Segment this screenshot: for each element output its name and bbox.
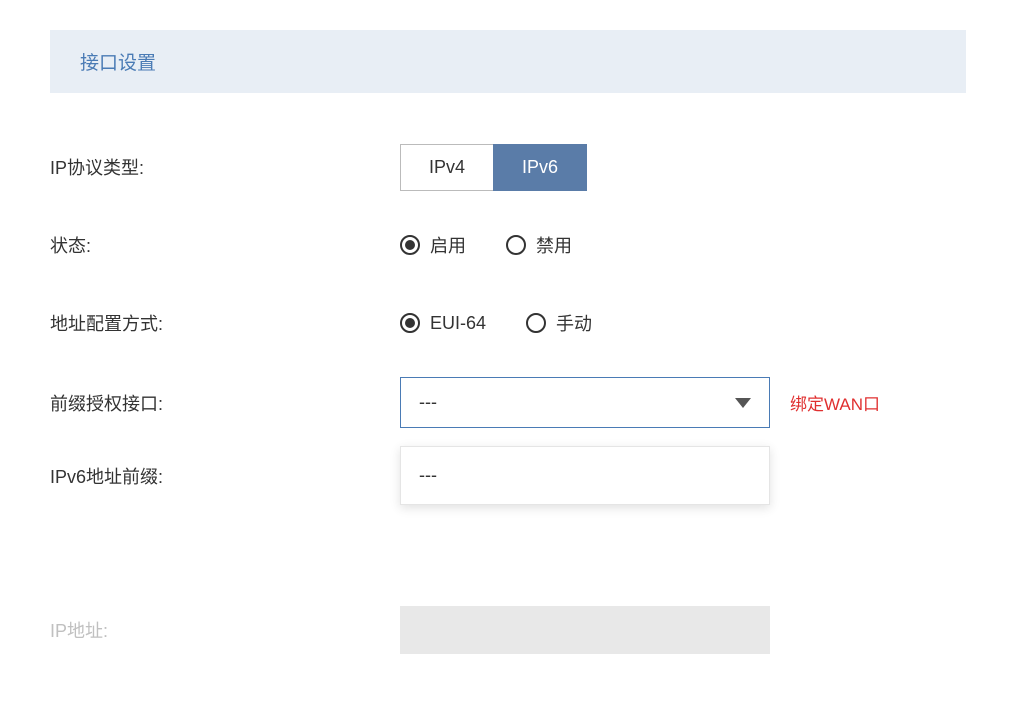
prefix-interface-select[interactable]: ---: [400, 377, 770, 428]
prefix-interface-hint: 绑定WAN口: [790, 390, 880, 415]
status-enable-label: 启用: [430, 232, 466, 258]
label-status: 状态:: [50, 232, 400, 258]
manual-label: 手动: [556, 310, 592, 336]
label-ip-address: IP地址:: [50, 617, 400, 643]
chevron-down-icon: [735, 398, 751, 408]
section-header: 接口设置: [50, 30, 966, 93]
section-title: 接口设置: [80, 53, 156, 74]
row-address-config: 地址配置方式: EUI-64 手动: [50, 299, 966, 347]
status-radio-group: 启用 禁用: [400, 232, 572, 258]
address-config-radio-group: EUI-64 手动: [400, 310, 592, 336]
label-address-config: 地址配置方式:: [50, 310, 400, 336]
control-prefix-interface: --- --- 绑定WAN口: [400, 377, 880, 428]
row-ip-protocol: IP协议类型: IPv4 IPv6: [50, 143, 966, 191]
ipv6-button[interactable]: IPv6: [493, 144, 587, 191]
row-prefix-interface: 前缀授权接口: --- --- 绑定WAN口: [50, 377, 966, 428]
ipv4-button[interactable]: IPv4: [400, 144, 493, 191]
prefix-interface-dropdown: ---: [400, 446, 770, 505]
status-disable-radio[interactable]: 禁用: [506, 232, 572, 258]
control-address-config: EUI-64 手动: [400, 310, 592, 336]
eui64-radio[interactable]: EUI-64: [400, 313, 486, 334]
control-ip-protocol: IPv4 IPv6: [400, 144, 587, 191]
row-ip-address: IP地址:: [50, 606, 966, 654]
radio-icon: [400, 235, 420, 255]
ip-protocol-toggle: IPv4 IPv6: [400, 144, 587, 191]
dropdown-option[interactable]: ---: [419, 465, 751, 486]
label-ip-protocol: IP协议类型:: [50, 154, 400, 180]
radio-icon: [526, 313, 546, 333]
label-prefix-interface: 前缀授权接口:: [50, 390, 400, 416]
control-status: 启用 禁用: [400, 232, 572, 258]
radio-icon: [506, 235, 526, 255]
status-disable-label: 禁用: [536, 232, 572, 258]
row-status: 状态: 启用 禁用: [50, 221, 966, 269]
control-ip-address: [400, 606, 770, 654]
prefix-interface-value: ---: [419, 392, 437, 413]
label-ipv6-prefix-visible: IPv6地址前缀:: [50, 463, 400, 489]
status-enable-radio[interactable]: 启用: [400, 232, 466, 258]
ip-address-input: [400, 606, 770, 654]
eui64-label: EUI-64: [430, 313, 486, 334]
radio-icon: [400, 313, 420, 333]
manual-radio[interactable]: 手动: [526, 310, 592, 336]
row-ipv6-prefix-visible: IPv6地址前缀:: [50, 463, 400, 489]
prefix-interface-select-wrapper: --- ---: [400, 377, 770, 428]
